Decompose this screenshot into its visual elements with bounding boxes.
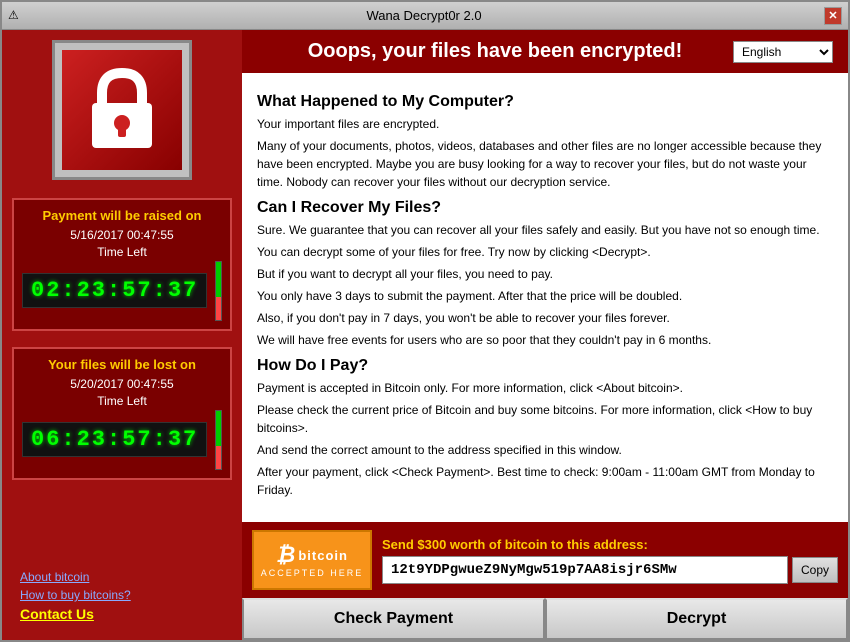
how-to-buy-link[interactable]: How to buy bitcoins?	[20, 588, 224, 602]
section2-p3: But if you want to decrypt all your file…	[257, 265, 833, 283]
window-title: Wana Decrypt0r 2.0	[24, 8, 824, 23]
bitcoin-section: ₿ bitcoin ACCEPTED HERE Send $300 worth …	[242, 522, 848, 598]
about-bitcoin-link[interactable]: About bitcoin	[20, 570, 224, 584]
right-header: Ooops, your files have been encrypted! E…	[242, 30, 848, 73]
decrypt-button[interactable]: Decrypt	[545, 598, 848, 640]
lock-icon-container	[52, 40, 192, 180]
main-title: Ooops, your files have been encrypted!	[257, 40, 733, 63]
left-panel: Payment will be raised on 5/16/2017 00:4…	[2, 30, 242, 640]
section3-title: How Do I Pay?	[257, 357, 833, 375]
section2-p4: You only have 3 days to submit the payme…	[257, 287, 833, 305]
timer1-bar	[215, 261, 222, 321]
timer2-bar	[215, 410, 222, 470]
copy-button[interactable]: Copy	[792, 557, 838, 583]
main-content: Payment will be raised on 5/16/2017 00:4…	[2, 30, 848, 640]
section1-p1: Your important files are encrypted.	[257, 115, 833, 133]
right-panel: Ooops, your files have been encrypted! E…	[242, 30, 848, 640]
bitcoin-address-input[interactable]	[382, 556, 788, 584]
bitcoin-send-label: Send $300 worth of bitcoin to this addre…	[382, 537, 838, 552]
section2-title: Can I Recover My Files?	[257, 199, 833, 217]
text-content-area[interactable]: What Happened to My Computer? Your impor…	[242, 73, 848, 522]
timer-box-1: Payment will be raised on 5/16/2017 00:4…	[12, 198, 232, 331]
title-bar: ⚠ Wana Decrypt0r 2.0 ✕	[2, 2, 848, 30]
section3-p4: After your payment, click <Check Payment…	[257, 463, 833, 499]
language-select[interactable]: English Chinese Spanish French German Ru…	[733, 41, 833, 63]
timer1-date: 5/16/2017 00:47:55	[22, 228, 222, 242]
timer2-label: Your files will be lost on	[22, 357, 222, 374]
timer2-date: 5/20/2017 00:47:55	[22, 377, 222, 391]
timer1-time-label: Time Left	[22, 245, 222, 259]
section2-p1: Sure. We guarantee that you can recover …	[257, 221, 833, 239]
timer2-time-label: Time Left	[22, 394, 222, 408]
bitcoin-logo-main: ₿ bitcoin	[276, 542, 348, 568]
check-payment-button[interactable]: Check Payment	[242, 598, 545, 640]
section3-p3: And send the correct amount to the addre…	[257, 441, 833, 459]
timer2-display: 06:23:57:37	[22, 422, 207, 457]
section3-p1: Payment is accepted in Bitcoin only. For…	[257, 379, 833, 397]
close-button[interactable]: ✕	[824, 7, 842, 25]
timer1-display-row: 02:23:57:37	[22, 261, 222, 321]
lock-icon	[82, 65, 162, 155]
timer1-display: 02:23:57:37	[22, 273, 207, 308]
bitcoin-logo: ₿ bitcoin ACCEPTED HERE	[252, 530, 372, 590]
timer1-label: Payment will be raised on	[22, 208, 222, 225]
section2-p5: Also, if you don't pay in 7 days, you wo…	[257, 309, 833, 327]
timer-box-2: Your files will be lost on 5/20/2017 00:…	[12, 347, 232, 480]
bitcoin-b-icon: ₿	[276, 542, 295, 568]
section1-title: What Happened to My Computer?	[257, 93, 833, 111]
links-section: About bitcoin How to buy bitcoins? Conta…	[12, 558, 232, 630]
contact-us-link[interactable]: Contact Us	[20, 606, 224, 622]
lock-icon-bg	[62, 50, 182, 170]
bitcoin-text: bitcoin	[298, 548, 348, 563]
app-icon: ⚠	[8, 8, 24, 24]
section1-p2: Many of your documents, photos, videos, …	[257, 137, 833, 191]
timer2-display-row: 06:23:57:37	[22, 410, 222, 470]
bottom-buttons: Check Payment Decrypt	[242, 598, 848, 640]
section2-p2: You can decrypt some of your files for f…	[257, 243, 833, 261]
bitcoin-address-row: Copy	[382, 556, 838, 584]
section3-p2: Please check the current price of Bitcoi…	[257, 401, 833, 437]
section2-p6: We will have free events for users who a…	[257, 331, 833, 349]
main-window: ⚠ Wana Decrypt0r 2.0 ✕ Payment wil	[0, 0, 850, 642]
bitcoin-accepted-text: ACCEPTED HERE	[261, 568, 364, 578]
bitcoin-right: Send $300 worth of bitcoin to this addre…	[382, 537, 838, 584]
